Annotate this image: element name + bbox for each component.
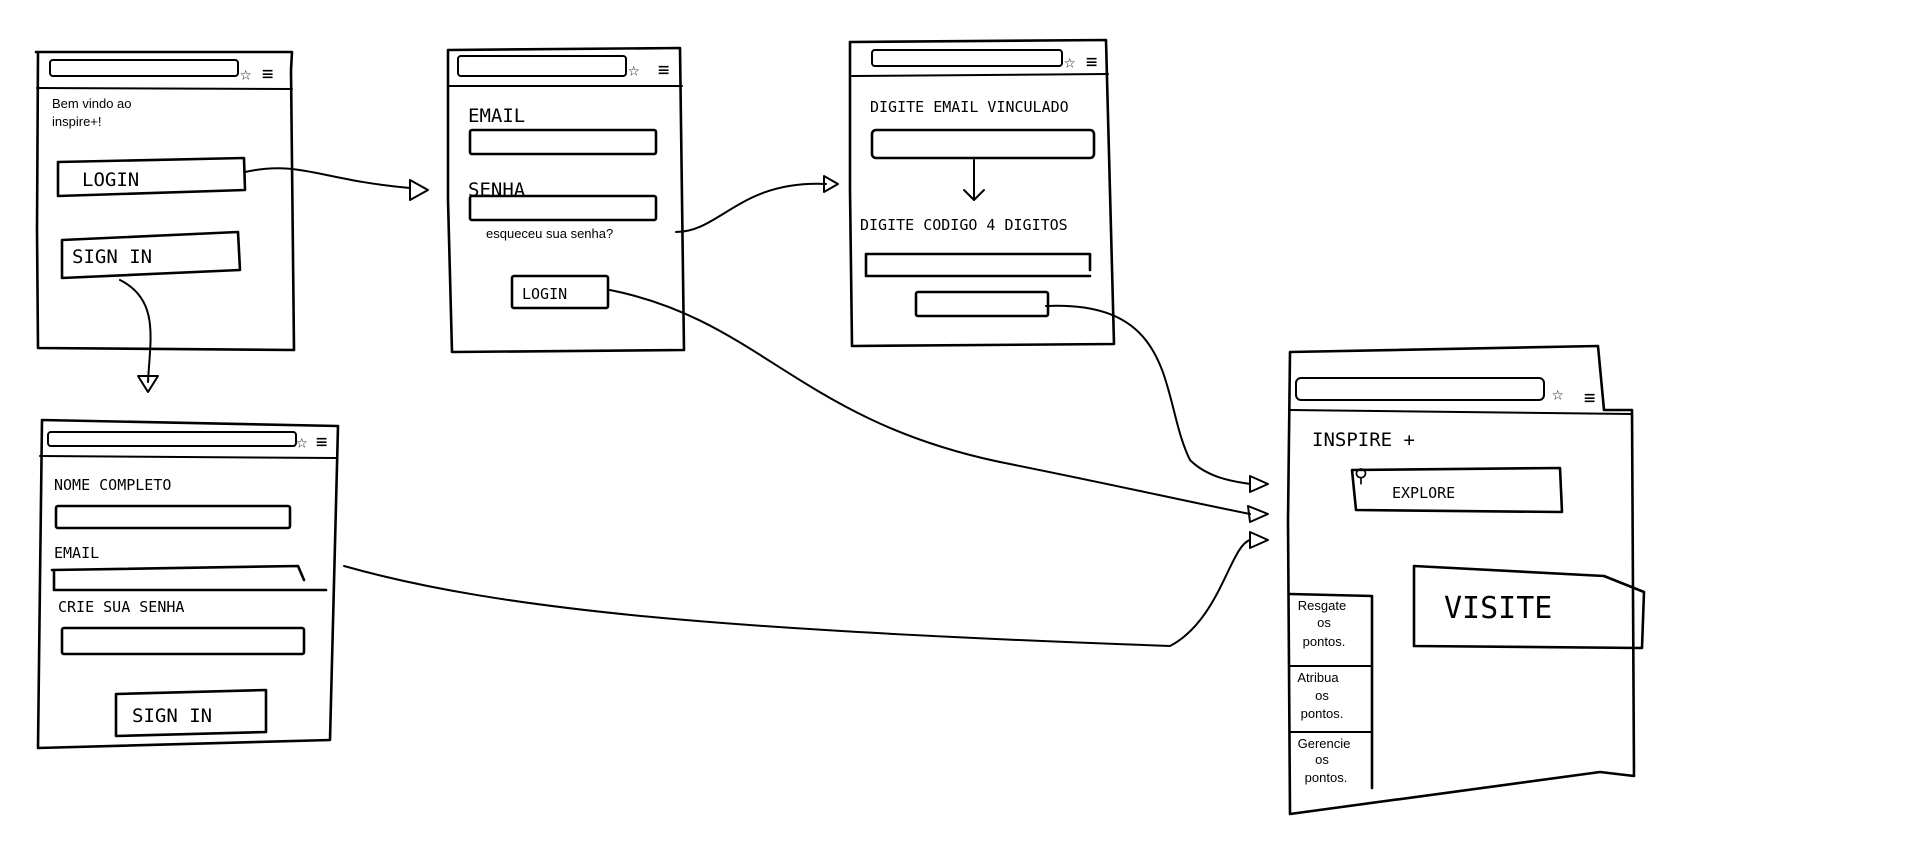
welcome-screen-toolbar-divider: [36, 87, 293, 90]
star-icon: ☆: [296, 431, 307, 453]
signup-screen-toolbar-divider: [39, 455, 337, 459]
recovery-code-input[interactable]: [864, 252, 1092, 278]
sidebar-item-atribua-line2: os: [1315, 688, 1329, 703]
star-icon: ☆: [1064, 51, 1075, 73]
recovery-address-bar: [871, 49, 1063, 67]
login-email-label: EMAIL: [468, 105, 525, 127]
recovery-step-arrow: [963, 159, 985, 201]
sidebar-item-gerencie[interactable]: Gerencie os pontos.: [1298, 736, 1351, 785]
menu-icon: ≡: [1584, 387, 1595, 409]
login-submit-button[interactable]: LOGIN: [510, 274, 610, 310]
home-explore-search[interactable]: ⚲ EXPLORE: [1350, 465, 1564, 514]
arrow-login-to-home: [609, 289, 1269, 523]
signup-submit-button-label: SIGN IN: [132, 705, 212, 727]
recovery-email-input[interactable]: [870, 128, 1096, 160]
welcome-address-bar: [49, 59, 239, 77]
recovery-email-label: DIGITE EMAIL VINCULADO: [870, 98, 1069, 116]
signup-screen-frame: [36, 418, 340, 750]
star-icon: ☆: [628, 59, 639, 81]
menu-icon: ≡: [1086, 51, 1097, 73]
welcome-login-button-label: LOGIN: [82, 169, 139, 191]
sidebar-item-atribua-line3: pontos.: [1301, 706, 1344, 721]
signup-name-input[interactable]: [54, 504, 292, 530]
signup-name-label: NOME COMPLETO: [54, 476, 171, 494]
star-icon: ☆: [240, 63, 251, 85]
sidebar-item-gerencie-line2: os: [1315, 752, 1329, 767]
home-visit-label: VISITE: [1444, 591, 1552, 626]
welcome-screen: ☆ ≡ Bem vindo ao inspire+! LOGIN SIGN IN: [34, 50, 296, 352]
sidebar-item-resgate-line2: os: [1317, 615, 1331, 630]
recovery-screen-toolbar-divider: [851, 73, 1109, 77]
home-address-bar: [1295, 377, 1545, 401]
signup-password-input[interactable]: [60, 626, 306, 656]
home-visit-card[interactable]: VISITE: [1412, 564, 1646, 650]
search-icon: ⚲: [1354, 465, 1368, 487]
arrow-recovery-to-home: [1045, 304, 1269, 493]
login-submit-button-label: LOGIN: [522, 285, 567, 303]
wireframe-sketch: ☆ ≡ Bem vindo ao inspire+! LOGIN SIGN IN…: [34, 38, 1646, 816]
sidebar-item-resgate-line3: pontos.: [1303, 634, 1346, 649]
signup-email-input[interactable]: [50, 564, 328, 592]
arrow-forgot-password-to-recovery: [675, 175, 839, 233]
arrow-welcome-signin-to-signup-screen: [119, 279, 159, 393]
welcome-signin-button-label: SIGN IN: [72, 246, 152, 268]
recovery-code-label: DIGITE CODIGO 4 DIGITOS: [860, 216, 1068, 234]
welcome-greeting-line1: Bem vindo ao: [52, 96, 132, 111]
star-icon: ☆: [1552, 383, 1563, 405]
home-explore-label: EXPLORE: [1392, 484, 1455, 502]
sidebar-item-atribua[interactable]: Atribua os pontos.: [1297, 670, 1343, 721]
menu-icon: ≡: [316, 431, 327, 453]
sidebar-item-gerencie-line1: Gerencie: [1298, 736, 1351, 751]
login-screen: ☆ ≡ EMAIL SENHA esqueceu sua senha? LOGI…: [446, 46, 686, 354]
menu-icon: ≡: [262, 63, 273, 85]
home-sidebar-menu: Resgate os pontos. Atribua os pontos. Ge…: [1288, 592, 1374, 790]
home-title: INSPIRE +: [1312, 429, 1415, 451]
signup-submit-button[interactable]: SIGN IN: [114, 688, 268, 738]
menu-icon: ≡: [658, 59, 669, 81]
signup-email-label: EMAIL: [54, 544, 99, 562]
recovery-screen: ☆ ≡ DIGITE EMAIL VINCULADO DIGITE CODIGO…: [848, 38, 1116, 348]
home-screen: ☆ ≡ INSPIRE + ⚲ EXPLORE VISITE Resgate o…: [1286, 344, 1646, 816]
login-forgot-password-link[interactable]: esqueceu sua senha?: [486, 226, 613, 241]
welcome-login-button[interactable]: LOGIN: [56, 156, 247, 198]
login-address-bar: [457, 55, 627, 77]
signup-password-label: CRIE SUA SENHA: [58, 598, 184, 616]
welcome-greeting-line2: inspire+!: [52, 114, 102, 129]
login-email-input[interactable]: [468, 128, 658, 156]
welcome-signin-button[interactable]: SIGN IN: [60, 230, 242, 280]
home-sidebar-border: [1288, 592, 1374, 790]
recovery-submit-button[interactable]: [914, 290, 1050, 318]
sidebar-item-resgate[interactable]: Resgate os pontos.: [1298, 598, 1346, 649]
arrow-signup-to-home: [343, 531, 1269, 647]
sidebar-item-gerencie-line3: pontos.: [1305, 770, 1348, 785]
home-explore-search-border: [1350, 466, 1564, 514]
signup-screen: ☆ ≡ NOME COMPLETO EMAIL CRIE SUA SENHA S…: [36, 418, 340, 750]
login-password-label: SENHA: [468, 179, 526, 201]
sidebar-item-atribua-line1: Atribua: [1297, 670, 1339, 685]
signup-address-bar: [47, 431, 297, 447]
home-screen-toolbar-divider: [1289, 409, 1633, 415]
arrow-welcome-login-to-login-screen: [244, 167, 429, 201]
sidebar-item-resgate-line1: Resgate: [1298, 598, 1346, 613]
